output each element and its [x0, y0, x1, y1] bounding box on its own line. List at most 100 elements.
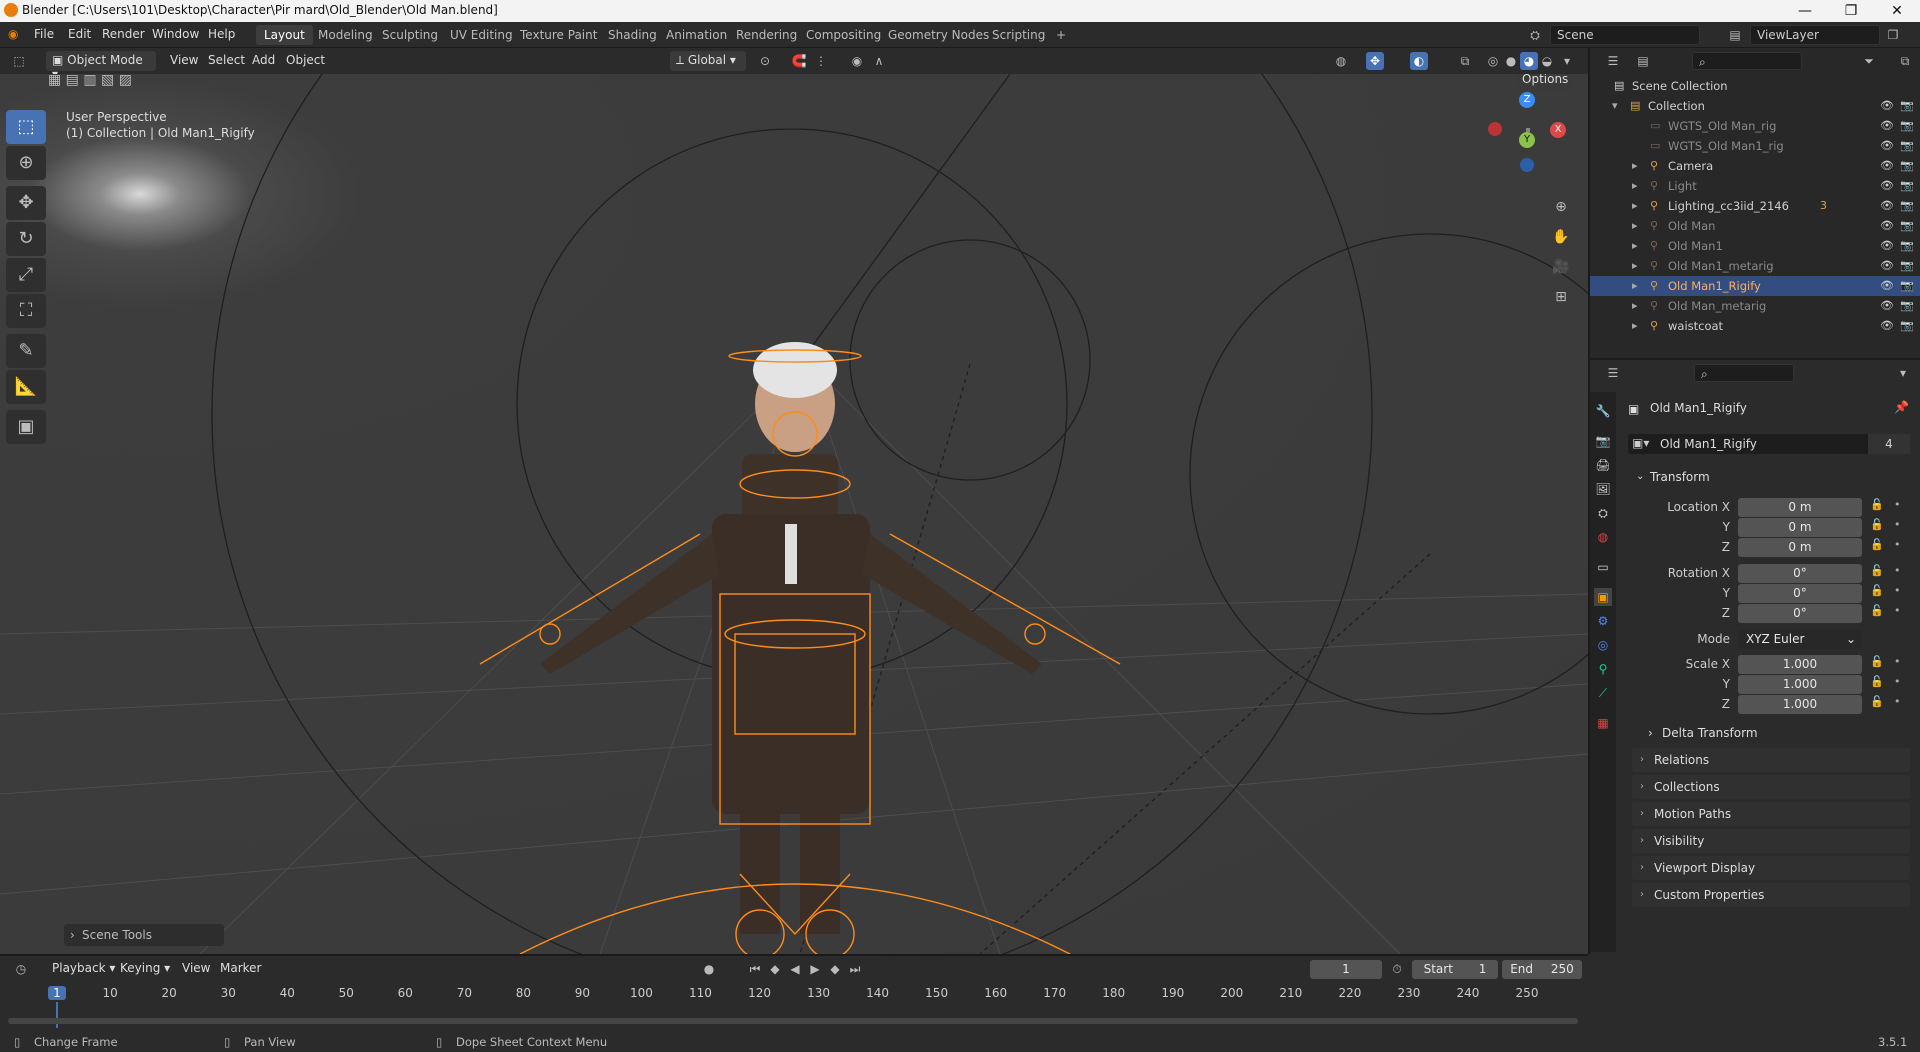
tab-uv-editing[interactable]: UV Editing — [442, 25, 521, 45]
new-view-layer-icon[interactable]: ❐ — [1884, 26, 1902, 44]
scene-tools-panel[interactable]: › Scene Tools — [64, 924, 224, 946]
rendered-shading-icon[interactable]: ◒ — [1538, 52, 1556, 70]
world-tab-icon[interactable]: ◍ — [1594, 528, 1612, 546]
scale-tool-icon[interactable]: ⤢ — [6, 258, 46, 292]
tab-layout[interactable]: Layout — [256, 25, 313, 45]
playhead-line[interactable] — [56, 1002, 58, 1028]
scale-z-field[interactable]: 1.000 — [1738, 695, 1862, 714]
orientation-selector[interactable]: ⟂ Global ▾ — [670, 51, 746, 71]
close-button[interactable]: ✕ — [1874, 0, 1920, 22]
visibility-eye-icon[interactable]: 👁 — [1880, 96, 1894, 116]
scale-x-field[interactable]: 1.000 — [1738, 655, 1862, 674]
render-camera-icon[interactable]: 📷 — [1900, 256, 1914, 276]
visibility-eye-icon[interactable]: 👁 — [1880, 196, 1894, 216]
select-mode-icons[interactable]: ▦ ▤ ▥ ▧ ▨ — [48, 74, 132, 88]
render-camera-icon[interactable]: 📷 — [1900, 196, 1914, 216]
outliner-item[interactable]: ▸ ⚲ Old Man_metarig 👁 📷 — [1590, 296, 1920, 316]
properties-search-input[interactable]: ⌕ — [1694, 364, 1794, 382]
armature-data-tab-icon[interactable]: ⟋ — [1594, 684, 1612, 702]
visibility-eye-icon[interactable]: 👁 — [1880, 296, 1894, 316]
collapse-arrow-icon[interactable]: ▸ — [1632, 296, 1638, 316]
ortho-grid-icon[interactable]: ⊞ — [1552, 288, 1570, 306]
tab-geometry-nodes[interactable]: Geometry Nodes — [880, 25, 997, 45]
visibility-eye-icon[interactable]: 👁 — [1880, 256, 1894, 276]
lock-icon[interactable]: 🔓 — [1870, 564, 1884, 577]
collapse-arrow-icon[interactable]: ▸ — [1632, 316, 1638, 336]
pan-hand-icon[interactable]: ✋ — [1552, 228, 1570, 246]
material-shading-icon[interactable]: ◕ — [1520, 52, 1538, 70]
render-camera-icon[interactable]: 📷 — [1900, 96, 1914, 116]
keyframe-dot-icon[interactable]: • — [1894, 655, 1901, 668]
outliner-item[interactable]: ▭ WGTS_Old Man1_rig 👁 📷 — [1590, 136, 1920, 156]
visibility-eye-icon[interactable]: 👁 — [1880, 176, 1894, 196]
tab-animation[interactable]: Animation — [658, 25, 735, 45]
gizmo-neg-x[interactable] — [1488, 122, 1502, 136]
outliner-item[interactable]: ▸ ⚲ Light 👁 📷 — [1590, 176, 1920, 196]
tab-shading[interactable]: Shading — [600, 25, 665, 45]
visibility-eye-icon[interactable]: 👁 — [1880, 276, 1894, 296]
output-tab-icon[interactable]: 🖨 — [1594, 456, 1612, 474]
outliner-item[interactable]: ▸ ⚲ Old Man1_metarig 👁 📷 — [1590, 256, 1920, 276]
proportional-edit-icon[interactable]: ◉ — [848, 52, 866, 70]
lock-icon[interactable]: 🔓 — [1870, 498, 1884, 511]
texture-tab-icon[interactable]: ▦ — [1594, 714, 1612, 732]
properties-options-icon[interactable]: ▾ — [1894, 364, 1912, 382]
physics-tab-icon[interactable]: ◎ — [1594, 636, 1612, 654]
scene-icon[interactable]: ⛭ — [1526, 26, 1544, 44]
keyframe-dot-icon[interactable]: • — [1894, 518, 1901, 531]
lock-icon[interactable]: 🔓 — [1870, 695, 1884, 708]
blender-menu-icon[interactable]: ◉ — [8, 27, 18, 41]
datablock-name[interactable]: Old Man1_Rigify — [1660, 437, 1757, 451]
tab-sculpting[interactable]: Sculpting — [374, 25, 446, 45]
cursor-tool-icon[interactable]: ⊕ — [6, 146, 46, 180]
transform-tool-icon[interactable]: ⛶ — [6, 294, 46, 328]
keyframe-dot-icon[interactable]: • — [1894, 584, 1901, 597]
rotation-y-field[interactable]: 0° — [1738, 584, 1862, 603]
3d-viewport[interactable]: ▦ ▤ ▥ ▧ ▨ User Perspective (1) Collectio… — [0, 74, 1588, 954]
menu-render[interactable]: Render — [102, 27, 145, 41]
lock-icon[interactable]: 🔓 — [1870, 604, 1884, 617]
render-camera-icon[interactable]: 📷 — [1900, 316, 1914, 336]
xray-icon[interactable]: ⧉ — [1456, 52, 1474, 70]
visibility-eye-icon[interactable]: 👁 — [1880, 216, 1894, 236]
keyframe-dot-icon[interactable]: • — [1894, 538, 1901, 551]
collapse-arrow-icon[interactable]: ▸ — [1632, 156, 1638, 176]
location-x-field[interactable]: 0 m — [1738, 498, 1862, 517]
collapse-arrow-icon[interactable]: ▸ — [1632, 216, 1638, 236]
snap-icon[interactable]: 🧲 — [790, 52, 808, 70]
gizmo-y-axis[interactable]: Y — [1519, 132, 1535, 148]
render-camera-icon[interactable]: 📷 — [1900, 236, 1914, 256]
menu-object[interactable]: Object — [280, 51, 331, 71]
view-layer-selector[interactable]: ViewLayer — [1750, 25, 1880, 45]
filter-icon[interactable]: ⏷ — [1860, 52, 1878, 70]
visibility-eye-icon[interactable]: 👁 — [1880, 116, 1894, 136]
view-layer-icon[interactable]: ▤ — [1726, 26, 1744, 44]
gizmo-x-axis[interactable]: X — [1550, 122, 1566, 138]
options-button[interactable]: Options — [1516, 74, 1575, 90]
lock-icon[interactable]: 🔓 — [1870, 655, 1884, 668]
datablock-selector[interactable]: ▣▾ Old Man1_Rigify 4 — [1628, 434, 1910, 454]
render-camera-icon[interactable]: 📷 — [1900, 156, 1914, 176]
transform-panel-header[interactable]: ⌄ Transform — [1630, 466, 1910, 488]
tab-scripting[interactable]: Scripting — [984, 25, 1053, 45]
collapse-arrow-icon[interactable]: ▸ — [1632, 176, 1638, 196]
properties-section[interactable]: › Viewport Display — [1632, 856, 1910, 880]
expand-arrow-icon[interactable]: ▾ — [1612, 96, 1618, 116]
outliner-search-input[interactable]: ⌕ — [1692, 52, 1802, 70]
visibility-eye-icon[interactable]: 👁 — [1880, 136, 1894, 156]
keyframe-dot-icon[interactable]: • — [1894, 604, 1901, 617]
tool-tab-icon[interactable]: 🔧 — [1594, 402, 1612, 420]
properties-editor-icon[interactable]: ☰ — [1604, 364, 1622, 382]
menu-window[interactable]: Window — [152, 27, 199, 41]
camera-view-icon[interactable]: 🎥 — [1552, 258, 1570, 276]
lock-icon[interactable]: 🔓 — [1870, 584, 1884, 597]
outliner-item[interactable]: ▸ ⚲ Camera 👁 📷 — [1590, 156, 1920, 176]
object-tab-icon[interactable]: ▣ — [1594, 588, 1612, 606]
solid-shading-icon[interactable]: ● — [1502, 52, 1520, 70]
delta-transform-subpanel[interactable]: › Delta Transform — [1644, 722, 1910, 744]
display-mode-icon[interactable]: ▤ — [1634, 52, 1652, 70]
gizmo-neg-z[interactable] — [1520, 158, 1534, 172]
pivot-icon[interactable]: ⊙ — [756, 52, 774, 70]
view-layer-tab-icon[interactable]: 🖼 — [1594, 480, 1612, 498]
render-camera-icon[interactable]: 📷 — [1900, 176, 1914, 196]
